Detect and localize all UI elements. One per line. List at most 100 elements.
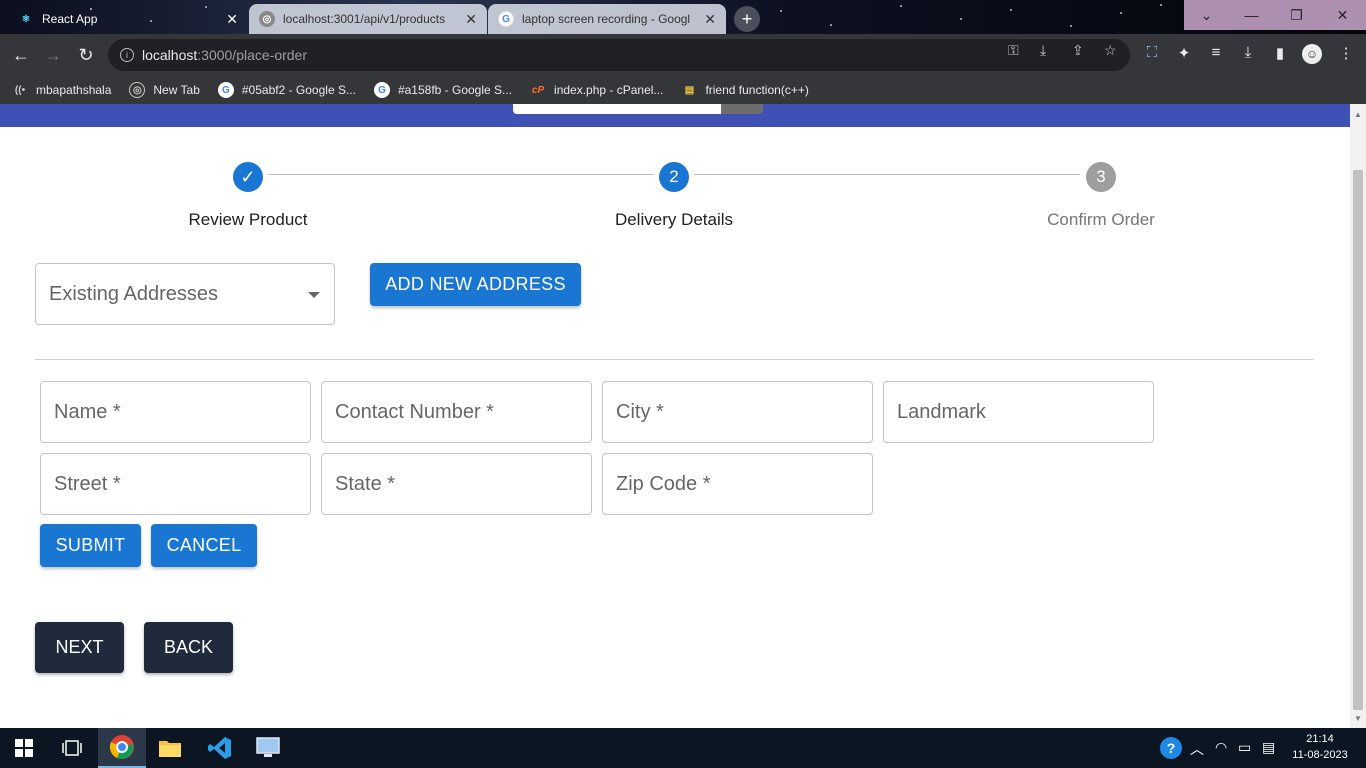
landmark-field[interactable]: Landmark <box>883 381 1154 443</box>
install-app-icon[interactable]: ⤓ <box>1040 42 1046 59</box>
windows-start-icon[interactable] <box>0 728 48 768</box>
tab-title: React App <box>42 12 98 26</box>
step-completed-check-icon: ✓ <box>233 162 263 192</box>
select-label: Existing Addresses <box>49 282 218 305</box>
next-button[interactable]: NEXT <box>35 622 124 673</box>
bookmark-label: #a158fb - Google S... <box>397 83 513 97</box>
minimize-window-icon[interactable]: — <box>1229 0 1274 30</box>
profile-avatar-icon[interactable]: ☺ <box>1302 44 1322 64</box>
url-path: :3000/place-order <box>197 47 308 63</box>
step-label-review-product: Review Product <box>188 210 308 229</box>
extensions-puzzle-icon[interactable]: ✦ <box>1174 44 1194 62</box>
tab-title: localhost:3001/api/v1/products <box>283 12 446 26</box>
url-host: localhost <box>142 47 198 63</box>
new-tab-button[interactable]: + <box>734 6 760 32</box>
restore-window-icon[interactable]: ❐ <box>1274 0 1319 30</box>
globe-icon: ◎ <box>259 11 275 27</box>
contact-number-field[interactable]: Contact Number * <box>321 381 592 443</box>
app-header-bar <box>0 104 1350 127</box>
step-2-icon: 2 <box>659 162 689 192</box>
browser-toolbar: ← → ↻ i localhost:3000/place-order ⚿ ⤓ ⇪… <box>0 34 1366 76</box>
add-new-address-button[interactable]: ADD NEW ADDRESS <box>370 263 581 306</box>
state-field[interactable]: State * <box>321 453 592 515</box>
close-window-icon[interactable]: ✕ <box>1319 0 1366 30</box>
scroll-down-arrow-icon[interactable]: ▼ <box>1354 714 1362 723</box>
battery-icon[interactable]: ▭ <box>1238 739 1251 756</box>
street-field[interactable]: Street * <box>40 453 311 515</box>
bookmark-item[interactable]: G #05abf2 - Google S... <box>217 82 356 98</box>
system-clock[interactable]: 21:14 11-08-2023 <box>1285 731 1355 763</box>
tab-api-products[interactable]: ◎ localhost:3001/api/v1/products ✕ <box>249 4 487 34</box>
key-icon[interactable]: ⚿ <box>1008 42 1019 59</box>
bookmark-item[interactable]: cP index.php - cPanel... <box>530 82 664 98</box>
bookmarks-bar: ((• mbapathshala ◎ New Tab G #05abf2 - G… <box>0 76 1366 104</box>
section-divider <box>35 359 1314 360</box>
tab-title: laptop screen recording - Googl <box>522 12 691 26</box>
wifi-icon[interactable]: ◠ <box>1215 739 1227 756</box>
bookmark-label: mbapathshala <box>36 83 112 97</box>
task-view-icon[interactable] <box>48 728 96 768</box>
side-panel-icon[interactable]: ▮ <box>1270 44 1290 62</box>
step-label-delivery-details: Delivery Details <box>614 210 734 229</box>
help-icon[interactable]: ? <box>1160 737 1182 759</box>
react-logo-icon: ⚛ <box>21 13 31 25</box>
bookmark-star-icon[interactable]: ☆ <box>1104 42 1117 59</box>
downloads-icon[interactable]: ⤓ <box>1238 44 1258 61</box>
bookmark-label: New Tab <box>153 83 200 97</box>
back-button[interactable]: BACK <box>144 622 233 673</box>
scroll-up-arrow-icon[interactable]: ▲ <box>1354 110 1362 119</box>
bookmark-label: friend function(c++) <box>705 83 809 97</box>
url-bar[interactable]: i localhost:3000/place-order <box>108 39 1130 71</box>
tab-google-search[interactable]: G laptop screen recording - Googl ✕ <box>488 4 726 34</box>
document-icon: ▤ <box>684 84 695 96</box>
step-3-icon: 3 <box>1086 162 1116 192</box>
tab-react-app[interactable]: ⚛ React App ✕ <box>8 4 248 34</box>
browser-tab-strip: ⚛ React App ✕ ◎ localhost:3001/api/v1/pr… <box>0 0 1366 34</box>
cancel-button[interactable]: CANCEL <box>151 524 257 567</box>
site-info-icon[interactable]: i <box>120 48 134 62</box>
media-queue-icon[interactable]: ≡ <box>1206 44 1226 61</box>
existing-addresses-select[interactable]: Existing Addresses <box>35 263 335 325</box>
globe-icon: ◎ <box>129 82 146 98</box>
bookmark-item[interactable]: ◎ New Tab <box>129 82 200 98</box>
clock-date: 11-08-2023 <box>1292 749 1348 761</box>
translate-icon[interactable]: ⛶ <box>1142 44 1162 61</box>
file-explorer-icon[interactable] <box>146 728 194 768</box>
notifications-icon[interactable]: ▤ <box>1262 739 1275 756</box>
bookmark-label: index.php - cPanel... <box>554 83 664 97</box>
clock-time: 21:14 <box>1306 733 1334 745</box>
remote-desktop-icon[interactable] <box>244 728 292 768</box>
close-tab-icon[interactable]: ✕ <box>226 11 238 28</box>
stepper-connector <box>694 174 1080 175</box>
bookmark-item[interactable]: ((• mbapathshala <box>12 82 111 98</box>
bookmark-label: #05abf2 - Google S... <box>241 83 356 97</box>
chrome-taskbar-icon[interactable] <box>98 728 146 768</box>
search-input[interactable] <box>513 104 721 114</box>
bookmark-item[interactable]: G #a158fb - Google S... <box>373 82 513 98</box>
cpanel-icon: cP <box>531 84 545 96</box>
chrome-menu-icon[interactable]: ⋮ <box>1336 44 1356 62</box>
submit-button[interactable]: SUBMIT <box>40 524 141 567</box>
back-arrow-icon[interactable]: ← <box>8 42 34 68</box>
vscode-icon[interactable] <box>196 728 244 768</box>
google-icon: G <box>498 11 514 27</box>
tab-search-chevron-icon[interactable]: ⌄ <box>1184 0 1229 30</box>
dropdown-caret-icon <box>308 292 320 298</box>
google-icon: G <box>217 82 234 98</box>
close-tab-icon[interactable]: ✕ <box>704 11 716 28</box>
page-scrollbar[interactable]: ▲ ▼ <box>1350 104 1366 728</box>
reload-icon[interactable]: ↻ <box>73 42 99 68</box>
place-order-page: ✓ 2 3 Review Product Delivery Details Co… <box>0 104 1350 728</box>
city-field[interactable]: City * <box>602 381 873 443</box>
share-icon[interactable]: ⇪ <box>1072 42 1084 59</box>
chevron-up-icon[interactable]: ︿ <box>1190 739 1204 759</box>
bookmark-item[interactable]: ▤ friend function(c++) <box>681 82 809 98</box>
stepper-connector <box>268 174 654 175</box>
google-icon: G <box>373 82 390 98</box>
forward-arrow-icon[interactable]: → <box>40 42 66 68</box>
search-button[interactable] <box>721 104 763 114</box>
name-field[interactable]: Name * <box>40 381 311 443</box>
close-tab-icon[interactable]: ✕ <box>465 11 477 28</box>
zip-code-field[interactable]: Zip Code * <box>602 453 873 515</box>
scrollbar-thumb[interactable] <box>1353 170 1363 710</box>
